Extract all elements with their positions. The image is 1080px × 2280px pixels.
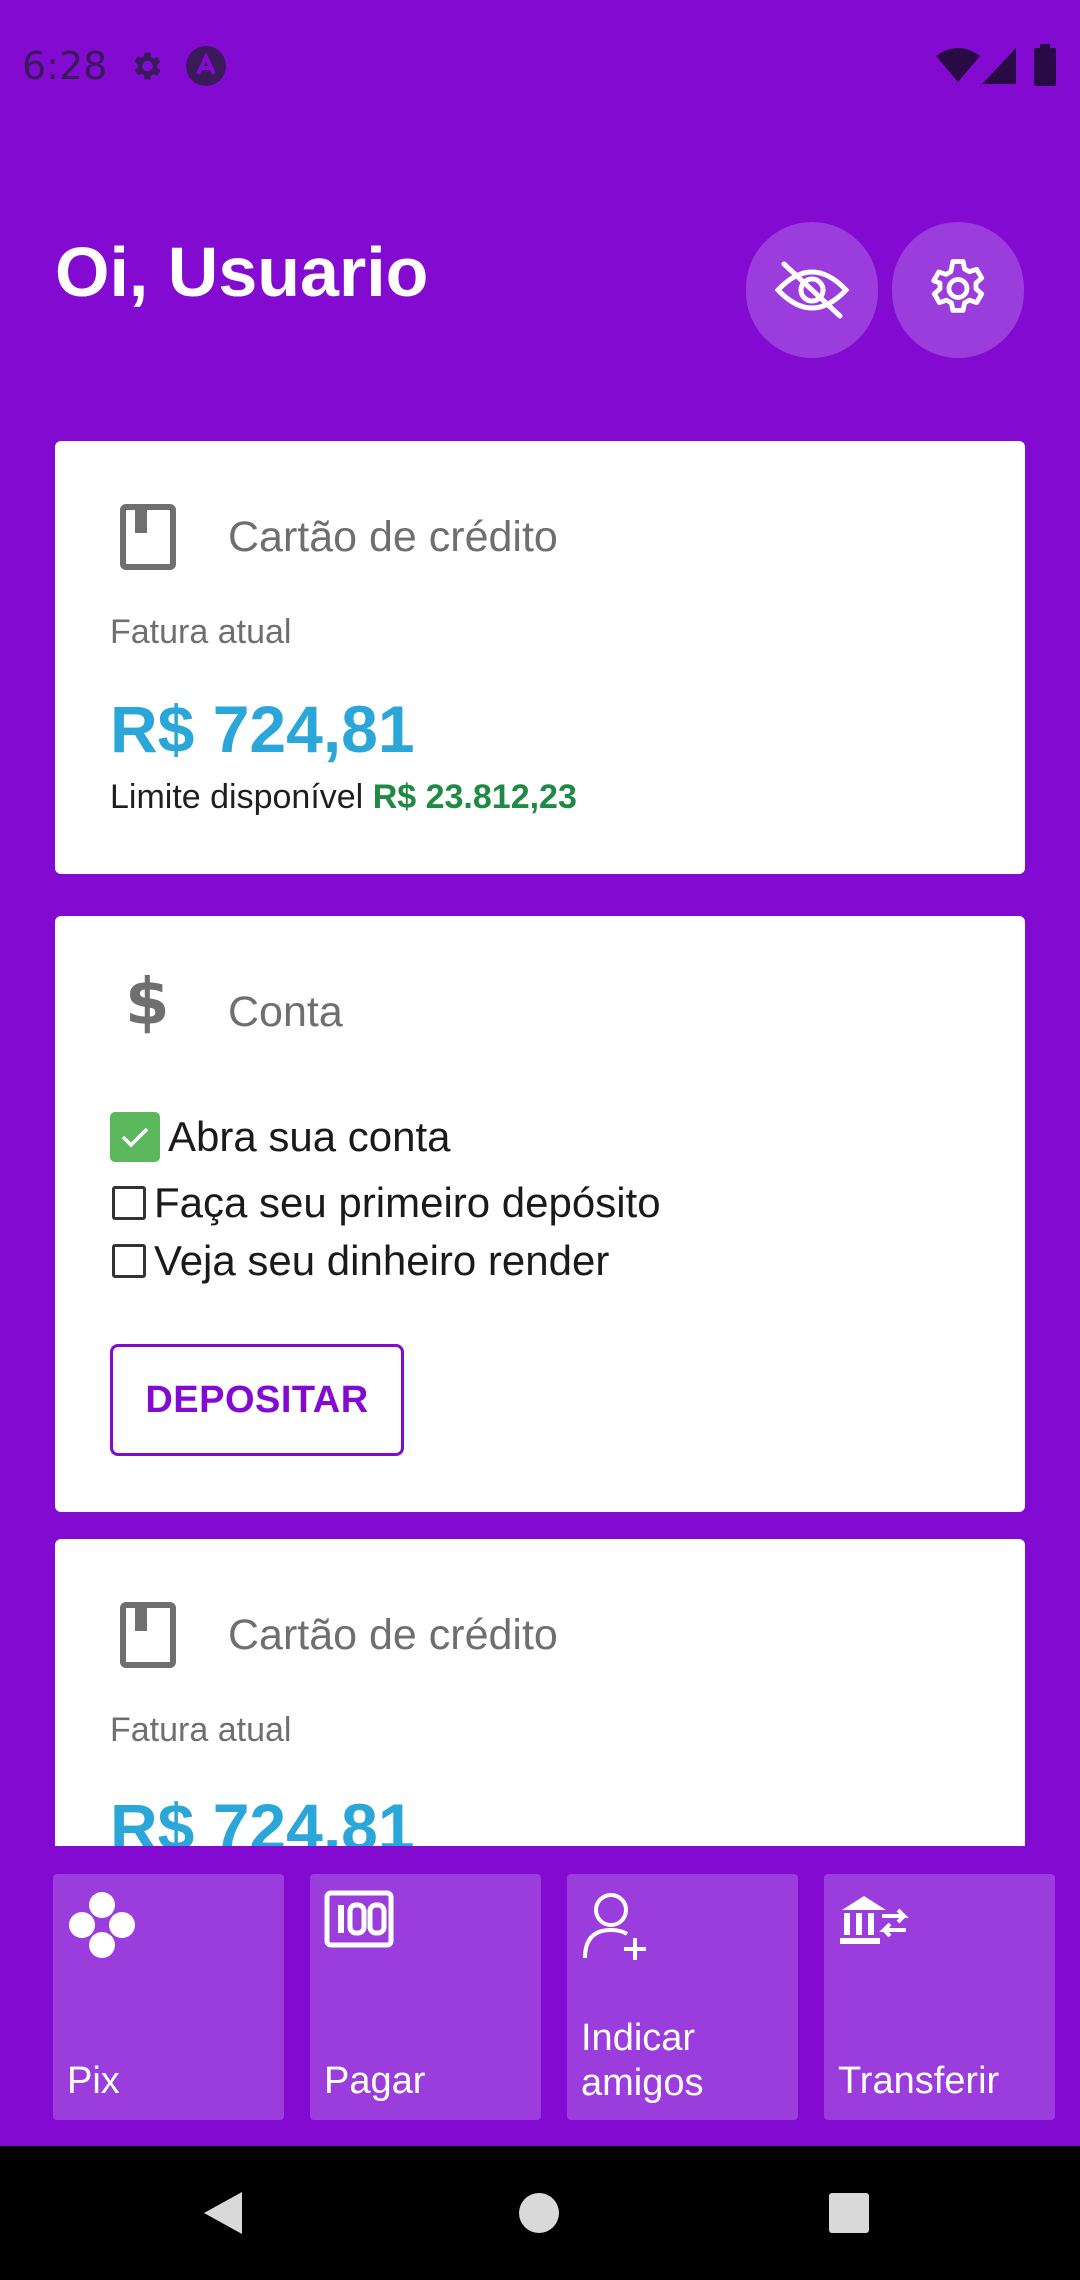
invoice-amount: R$ 724,81 — [110, 1790, 415, 1846]
action-label: Pix — [67, 2060, 120, 2102]
action-pix[interactable]: Pix — [53, 1874, 284, 2120]
deposit-button[interactable]: DEPOSITAR — [110, 1344, 404, 1456]
action-transferir[interactable]: Transferir — [824, 1874, 1055, 2120]
greeting-title: Oi, Usuario — [55, 233, 429, 311]
battery-icon — [1034, 44, 1056, 86]
checklist-item: Veja seu dinheiro render — [110, 1236, 609, 1286]
add-person-icon — [583, 1893, 646, 1960]
checkbox-unchecked[interactable] — [112, 1244, 146, 1278]
card-subtitle: Fatura atual — [110, 613, 292, 651]
eye-off-icon — [774, 261, 850, 319]
check-icon — [121, 1127, 149, 1148]
hide-values-button[interactable] — [746, 222, 878, 358]
credit-card-icon — [120, 504, 176, 570]
pix-icon — [69, 1892, 135, 1958]
checklist-item: Abra sua conta — [110, 1112, 451, 1162]
credit-card-card[interactable]: Cartão de crédito Fatura atual R$ 724,81 — [55, 1539, 1025, 1846]
checklist-item: Faça seu primeiro depósito — [110, 1178, 661, 1228]
app-a-icon — [186, 46, 226, 86]
bank-transfer-icon — [840, 1896, 909, 1944]
settings-icon — [931, 259, 985, 313]
gear-icon — [134, 52, 161, 80]
action-pagar[interactable]: Pagar — [310, 1874, 541, 2120]
status-time: 6:28 — [22, 44, 108, 88]
card-subtitle: Fatura atual — [110, 1711, 292, 1749]
credit-card-card[interactable]: Cartão de crédito Fatura atual R$ 724,81… — [55, 441, 1025, 874]
recents-icon[interactable] — [828, 2192, 870, 2234]
checkbox-checked[interactable] — [110, 1112, 160, 1162]
card-title: Conta — [228, 988, 343, 1036]
action-indicar-amigos[interactable]: Indicar amigos — [567, 1874, 798, 2120]
checklist-label: Abra sua conta — [168, 1113, 451, 1160]
checkbox-unchecked[interactable] — [112, 1186, 146, 1220]
status-bar: 6:28 — [0, 0, 1080, 136]
limit-label: Limite disponível — [110, 778, 364, 816]
account-card: $ Conta Abra sua conta Faça seu primeiro… — [55, 916, 1025, 1512]
card-title: Cartão de crédito — [228, 513, 558, 561]
signal-icon — [982, 48, 1016, 84]
limit-line: Limite disponível R$ 23.812,23 — [110, 778, 577, 817]
card-title: Cartão de crédito — [228, 1611, 558, 1659]
invoice-amount: R$ 724,81 — [110, 692, 415, 766]
barcode-icon — [324, 1890, 394, 1948]
home-icon[interactable] — [518, 2192, 560, 2234]
action-label: Indicar amigos — [581, 2017, 704, 2104]
action-label: Pagar — [324, 2060, 426, 2102]
back-icon[interactable] — [202, 2190, 244, 2236]
system-nav-bar — [0, 2146, 1080, 2280]
checklist-label: Veja seu dinheiro render — [154, 1237, 610, 1284]
credit-card-icon — [120, 1602, 176, 1668]
action-label: Transferir — [838, 2060, 1000, 2102]
quick-actions-bar: Pix Pagar Indicar amigos Transferir — [0, 1846, 1080, 2146]
limit-value: R$ 23.812,23 — [372, 778, 577, 816]
settings-button[interactable] — [892, 222, 1024, 358]
dollar-icon: $ — [125, 966, 170, 1040]
wifi-icon — [936, 48, 980, 82]
checklist-label: Faça seu primeiro depósito — [154, 1179, 661, 1226]
